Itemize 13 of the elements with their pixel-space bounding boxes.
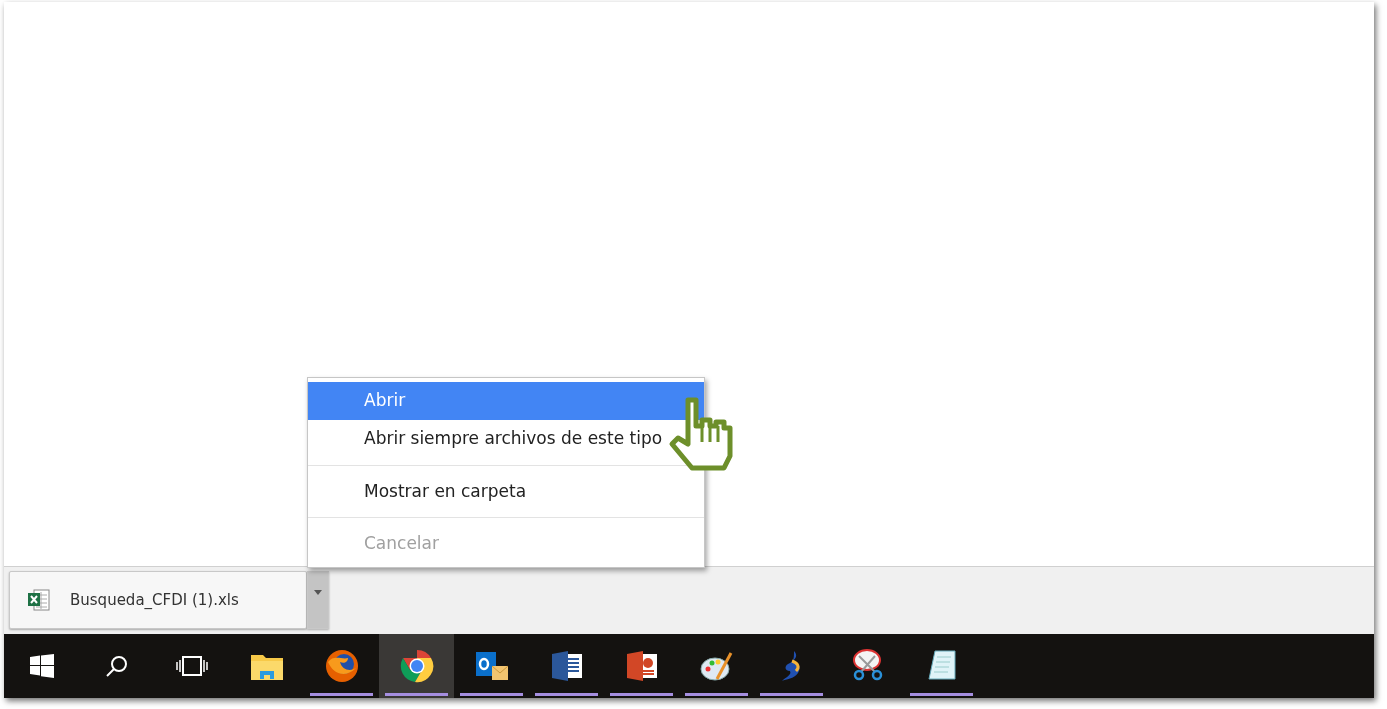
menu-item[interactable]: Abrir bbox=[308, 382, 704, 420]
menu-item[interactable]: Mostrar en carpeta bbox=[308, 472, 704, 511]
document-icon bbox=[549, 649, 584, 683]
file-name: Busqueda_CFDI (1).xls bbox=[70, 589, 239, 611]
caret-icon bbox=[314, 590, 322, 595]
taskbar-app[interactable] bbox=[379, 634, 454, 698]
slides-icon bbox=[624, 649, 659, 683]
download-item[interactable]: Busqueda_CFDI (1).xls bbox=[9, 571, 307, 629]
fox-globe-icon bbox=[323, 648, 360, 684]
chrome-icon bbox=[398, 648, 435, 684]
windows-logo-icon bbox=[29, 654, 54, 678]
spreadsheet-file-icon bbox=[26, 587, 52, 613]
task-view-icon bbox=[175, 655, 208, 677]
